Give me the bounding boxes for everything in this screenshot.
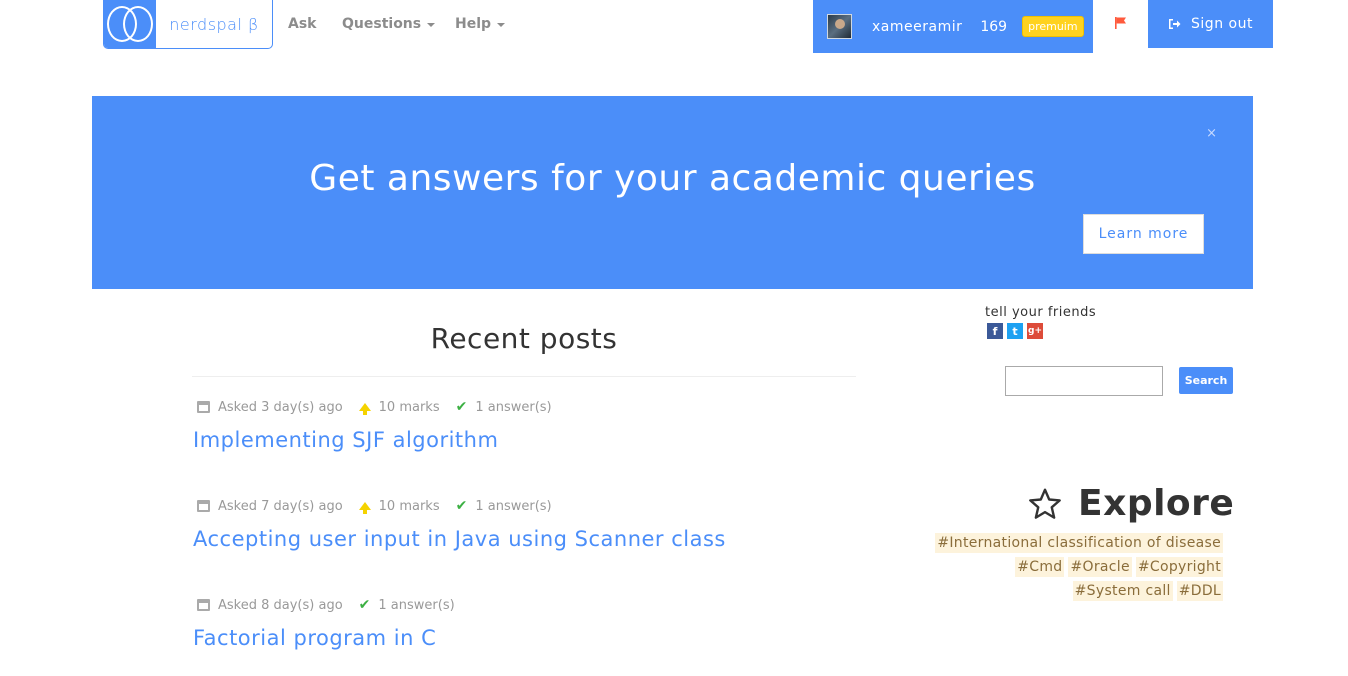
list-item: Asked 8 day(s) ago ✔ 1 answer(s) Factoria… — [193, 596, 857, 650]
nav-questions-dropdown[interactable]: Questions — [342, 16, 436, 32]
post-answers: 1 answer(s) — [378, 597, 455, 613]
divider — [192, 376, 856, 377]
brand-logo[interactable]: nerdspal β — [103, 0, 273, 49]
logo-mark-icon — [104, 0, 156, 48]
check-icon: ✔ — [358, 597, 371, 613]
star-icon — [1029, 488, 1061, 519]
nav-questions-label: Questions — [342, 16, 422, 32]
chevron-down-icon — [497, 23, 506, 27]
tag-link[interactable]: #Cmd — [1015, 557, 1065, 577]
tag-link[interactable]: #International classification of disease — [935, 533, 1223, 553]
explore-heading: Explore — [1026, 483, 1234, 524]
post-title-link[interactable]: Implementing SJF algorithm — [193, 428, 857, 452]
facebook-icon[interactable]: f — [987, 323, 1003, 339]
tell-friends-label: tell your friends — [985, 305, 1097, 320]
arrow-up-icon — [358, 403, 371, 415]
sign-out-button[interactable]: Sign out — [1148, 0, 1273, 48]
username: xameeramir — [872, 18, 963, 35]
post-title-link[interactable]: Accepting user input in Java using Scann… — [193, 527, 857, 551]
nav-ask[interactable]: Ask — [288, 16, 316, 32]
arrow-up-icon — [358, 502, 371, 514]
nav-help-dropdown[interactable]: Help — [455, 16, 506, 32]
calendar-icon — [197, 401, 210, 413]
premium-badge: premuim — [1022, 16, 1084, 37]
hero-banner: Get answers for your academic queries × … — [92, 96, 1253, 289]
sign-out-label: Sign out — [1191, 16, 1253, 32]
nav-help-label: Help — [455, 16, 492, 32]
brand-name: nerdspal β — [169, 14, 259, 34]
post-answers: 1 answer(s) — [475, 399, 552, 415]
tag-link[interactable]: #DDL — [1176, 581, 1223, 601]
nav-ask-label: Ask — [288, 16, 317, 32]
flag-icon[interactable] — [1114, 16, 1128, 30]
twitter-icon[interactable]: t — [1007, 323, 1023, 339]
post-title-link[interactable]: Factorial program in C — [193, 626, 857, 650]
google-plus-icon[interactable]: g+ — [1027, 323, 1043, 339]
list-item: Asked 7 day(s) ago 10 marks ✔ 1 answer(s)… — [193, 497, 857, 551]
post-asked: Asked 8 day(s) ago — [218, 597, 343, 613]
avatar — [827, 14, 852, 39]
check-icon: ✔ — [455, 498, 468, 514]
tag-link[interactable]: #Oracle — [1068, 557, 1132, 577]
tag-cloud: #International classification of disease… — [903, 533, 1223, 601]
social-share: f t g+ — [987, 323, 1043, 339]
recent-posts-heading: Recent posts — [430, 322, 618, 355]
post-asked: Asked 7 day(s) ago — [218, 498, 343, 514]
user-profile[interactable]: xameeramir 169 premuim — [813, 0, 1093, 53]
search-button[interactable]: Search — [1179, 367, 1233, 394]
post-answers: 1 answer(s) — [475, 498, 552, 514]
chevron-down-icon — [427, 23, 436, 27]
tag-link[interactable]: #System call — [1072, 581, 1173, 601]
hero-title: Get answers for your academic queries — [309, 158, 1036, 199]
check-icon: ✔ — [455, 399, 468, 415]
tag-link[interactable]: #Copyright — [1135, 557, 1223, 577]
user-points: 169 — [980, 18, 1008, 35]
list-item: Asked 3 day(s) ago 10 marks ✔ 1 answer(s)… — [193, 398, 857, 452]
sign-out-icon — [1169, 19, 1181, 29]
post-marks: 10 marks — [378, 498, 440, 514]
search-input[interactable] — [1005, 366, 1163, 396]
learn-more-button[interactable]: Learn more — [1083, 214, 1204, 254]
explore-title: Explore — [1078, 483, 1235, 524]
close-icon[interactable]: × — [1206, 126, 1217, 141]
post-asked: Asked 3 day(s) ago — [218, 399, 343, 415]
calendar-icon — [197, 599, 210, 611]
post-marks: 10 marks — [378, 399, 440, 415]
calendar-icon — [197, 500, 210, 512]
